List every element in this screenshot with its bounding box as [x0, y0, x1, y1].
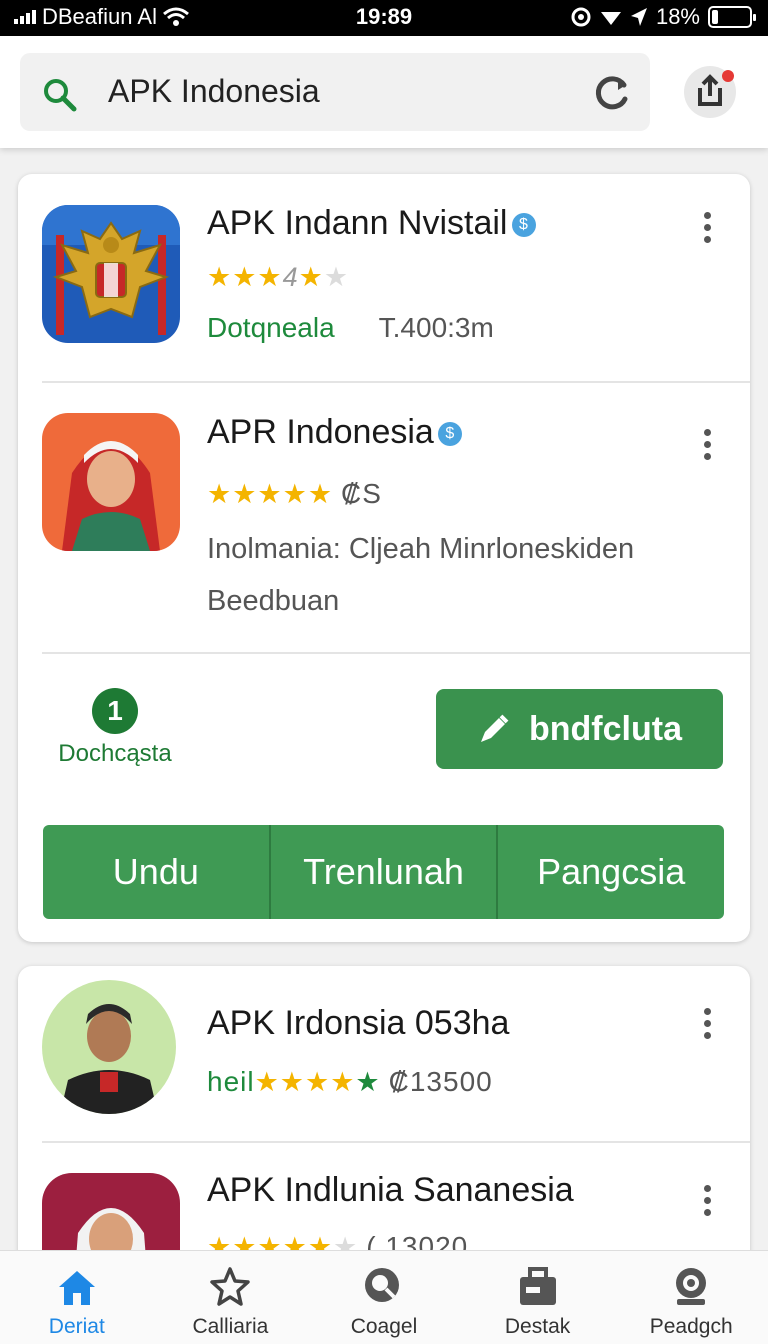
- app-icon-garuda: [42, 205, 180, 343]
- stars-filled: ★★★★: [254, 1067, 356, 1097]
- list-item[interactable]: APK Indlunia Sananesia ★★★★★★( 13020: [18, 1143, 750, 1266]
- nav-label: Deriat: [48, 1315, 105, 1338]
- person-avatar-icon: [42, 413, 180, 551]
- segment-trenlunah[interactable]: Trenlunah: [271, 825, 499, 919]
- wifi-small-icon: [600, 12, 621, 25]
- stars-extra: 4: [282, 262, 299, 292]
- nav-item-deriat[interactable]: Deriat: [0, 1251, 154, 1344]
- pencil-icon: [481, 714, 509, 742]
- sync-icon: [571, 7, 591, 27]
- app-title-text: APR Indonesia: [207, 413, 434, 451]
- battery-fill: [712, 10, 718, 24]
- app-header: APK Indonesia: [0, 36, 768, 148]
- home-icon: [58, 1271, 95, 1305]
- nav-label: Peadgch: [649, 1315, 733, 1338]
- bottom-navigation: Deriat Calliaria Coagel Destak Peadgch: [0, 1250, 768, 1344]
- app-size: T.400:3m: [378, 312, 494, 343]
- install-button[interactable]: bndfcluta: [436, 689, 723, 769]
- garuda-emblem-icon: [42, 205, 180, 343]
- app-title-text: APK Indann Nvistail: [207, 204, 508, 242]
- developer-name[interactable]: Dotqneala: [207, 312, 335, 343]
- verified-badge-icon: $: [437, 422, 462, 447]
- more-options-icon[interactable]: [704, 1185, 714, 1221]
- nav-item-destak[interactable]: Destak: [461, 1251, 615, 1344]
- stars-filled: ★★★: [207, 262, 283, 292]
- nav-item-peadgch[interactable]: Peadgch: [614, 1251, 768, 1344]
- more-options-icon[interactable]: [704, 1008, 714, 1044]
- app-card-featured: APK Indann Nvistail$ ★★★4★★★★★ Dotqneala…: [18, 174, 750, 942]
- search-icon: [364, 1268, 399, 1302]
- star-rating: ★★★4★★★★★: [207, 262, 350, 292]
- location-icon: [630, 8, 647, 26]
- webcam-icon: [676, 1268, 707, 1305]
- download-label[interactable]: Dochcąsta: [38, 740, 192, 768]
- app-title[interactable]: APK Irdonsia 053ha: [207, 1004, 509, 1043]
- search-icon[interactable]: [42, 77, 78, 113]
- nav-item-calliaria[interactable]: Calliaria: [154, 1251, 308, 1344]
- search-bar[interactable]: APK Indonesia: [20, 53, 650, 131]
- star-icon: [210, 1267, 251, 1306]
- star-rating: heil★★★★★ ₡13500: [207, 1066, 493, 1097]
- share-button[interactable]: [684, 66, 736, 118]
- app-title[interactable]: APR Indonesia $: [207, 413, 462, 452]
- briefcase-icon: [519, 1267, 556, 1305]
- battery-percent: 18%: [655, 4, 700, 29]
- status-bar: DBeafiun Al 19:89 18%: [0, 0, 768, 36]
- app-title[interactable]: APK Indlunia Sananesia: [207, 1171, 574, 1210]
- status-right: 18%: [570, 4, 756, 30]
- nav-label: Calliaria: [192, 1315, 269, 1338]
- nav-item-coagel[interactable]: Coagel: [307, 1251, 461, 1344]
- download-count-badge[interactable]: 1: [92, 688, 138, 734]
- rating-extra: ₡S: [341, 478, 382, 509]
- install-label: bndfcluta: [529, 709, 682, 748]
- app-icon-officer: [42, 980, 176, 1114]
- app-meta: Dotqneala T.400:3m: [207, 312, 494, 344]
- star-empty: ★: [323, 262, 350, 292]
- segment-pangcsia[interactable]: Pangcsia: [498, 825, 724, 919]
- refresh-icon[interactable]: [592, 73, 632, 113]
- stars-filled: ★★★★★: [207, 479, 334, 509]
- divider: [42, 652, 750, 654]
- star-rating: ★★★★★ ₡S: [207, 478, 382, 510]
- person-avatar-icon: [42, 980, 176, 1114]
- list-item[interactable]: APR Indonesia $ ★★★★★ ₡S Inolmania: Cljeah…: [18, 383, 750, 653]
- app-card-list: APK Irdonsia 053ha heil★★★★★ ₡13500 APK I…: [18, 966, 750, 1266]
- more-options-icon[interactable]: [704, 429, 714, 465]
- battery-icon: [708, 6, 756, 28]
- notification-dot: [722, 70, 734, 82]
- app-title[interactable]: APK Indann Nvistail $: [207, 204, 536, 243]
- segment-undu[interactable]: Undu: [43, 825, 271, 919]
- list-item[interactable]: APK Irdonsia 053ha heil★★★★★ ₡13500: [18, 966, 750, 1142]
- rating-extra: ₡13500: [388, 1066, 493, 1097]
- more-options-icon[interactable]: [704, 212, 714, 248]
- segmented-control: Undu Trenlunah Pangcsia: [43, 825, 724, 919]
- app-description: Inolmania: Cljeah Minrloneskiden Beedbua…: [207, 533, 635, 617]
- nav-label: Coagel: [350, 1315, 418, 1338]
- rating-prefix: heil: [207, 1066, 255, 1097]
- search-input[interactable]: APK Indonesia: [108, 73, 320, 110]
- verified-badge-icon: $: [511, 213, 536, 238]
- list-item[interactable]: APK Indann Nvistail$ ★★★4★★★★★ Dotqneala…: [18, 174, 750, 382]
- app-icon-portrait: [42, 413, 180, 551]
- nav-label: Destak: [504, 1315, 571, 1338]
